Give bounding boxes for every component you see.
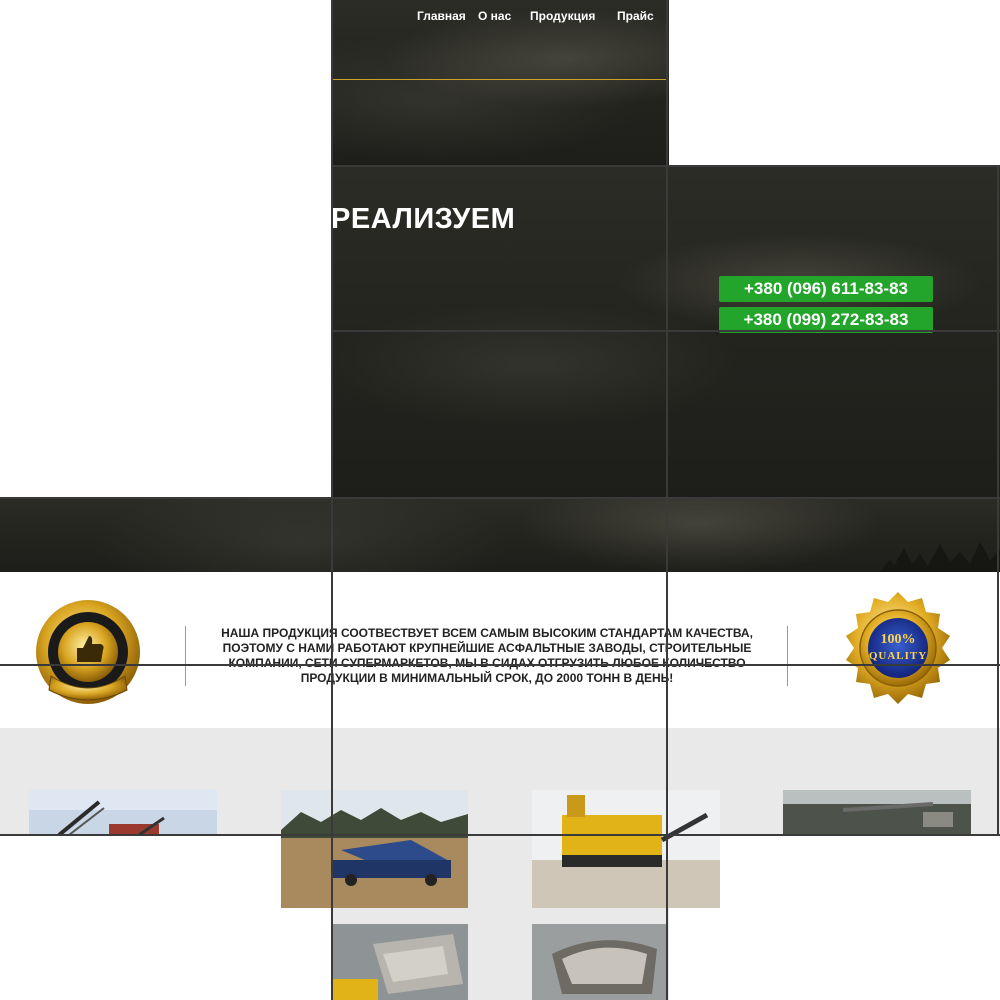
tree-silhouettes (880, 542, 1000, 572)
product-image-quarry[interactable] (783, 790, 971, 835)
nav-link-products[interactable]: Продукция (530, 9, 595, 23)
nav-link-about[interactable]: О нас (478, 9, 511, 23)
phone-button-1[interactable]: +380 (096) 611-83-83 (719, 276, 933, 302)
grid-line-h-3 (0, 497, 1000, 499)
grid-line-v-2 (666, 0, 668, 1000)
product-image-loader-bucket[interactable] (532, 924, 666, 1000)
best-quality-badge (36, 600, 140, 704)
grid-line-v-3 (997, 166, 999, 835)
quality-divider-right (787, 626, 788, 686)
nav-link-price[interactable]: Прайс (617, 9, 654, 23)
badge-100-text: 100% (880, 632, 916, 647)
product-image-conveyor[interactable] (29, 790, 217, 835)
hero-bottom-panel (0, 498, 1000, 572)
grid-line-v-1 (331, 0, 333, 1000)
nav-link-home[interactable]: Главная (417, 9, 466, 23)
product-image-excavator-bucket[interactable] (333, 924, 468, 1000)
hero-title: РЕАЛИЗУЕМ (331, 203, 516, 235)
quality-divider-left (185, 626, 186, 686)
product-image-yellow-crusher[interactable] (532, 790, 720, 908)
nav-underline (333, 79, 667, 80)
badge-quality-text: QUALITY (868, 650, 928, 662)
quality-statement: Наша продукция соотвествует всем самым в… (221, 626, 753, 685)
product-image-blue-crusher[interactable] (281, 790, 468, 908)
grid-line-h-4 (0, 664, 1000, 666)
hero-top-panel (331, 0, 669, 166)
grid-line-h-5 (0, 834, 1000, 836)
